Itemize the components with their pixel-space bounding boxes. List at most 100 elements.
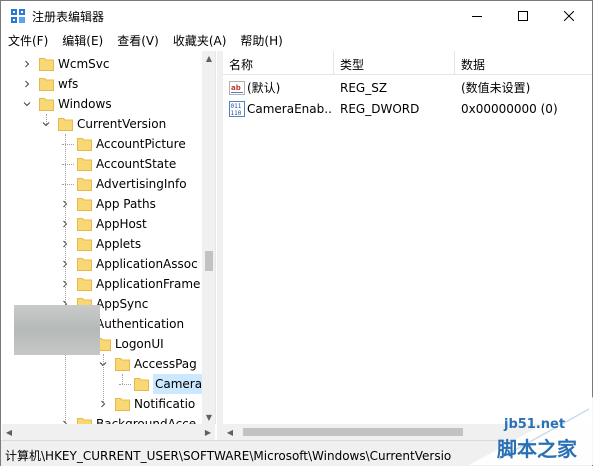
folder-icon (77, 418, 92, 424)
collapse-chevron-icon[interactable] (22, 94, 32, 114)
menu-view[interactable]: 查看(V) (110, 31, 166, 51)
tree-node-label: AccountState (96, 157, 177, 171)
tree-node[interactable]: AccountPicture (2, 134, 202, 154)
tree-node[interactable]: AccessPag (2, 354, 202, 374)
value-type: REG_SZ (340, 81, 388, 95)
tree-node[interactable]: Windows (2, 94, 202, 114)
svg-text:110: 110 (231, 110, 242, 117)
tree-node-label: AdvertisingInfo (96, 177, 187, 191)
tree-horizontal-scrollbar[interactable]: ◀ ▶ (2, 424, 215, 440)
registry-values-list[interactable]: 名称 类型 数据 ab (默认) REG_SZ (数值未设置) 011 110 … (223, 51, 592, 424)
folder-icon (77, 238, 92, 251)
expand-chevron-icon[interactable] (22, 74, 32, 94)
tree-node-label: AppHost (96, 217, 147, 231)
value-name: (默认) (247, 81, 281, 95)
column-divider[interactable] (333, 51, 334, 75)
expand-chevron-icon[interactable] (22, 54, 32, 74)
tree-node[interactable]: wfs (2, 74, 202, 94)
svg-text:011: 011 (231, 103, 242, 110)
value-name: CameraEnab... (247, 102, 331, 116)
folder-icon (77, 218, 92, 231)
registry-editor-window: 注册表编辑器 文件(F) 编辑(E) 查看(V) 收藏夹(A) 帮助(H) Wc… (0, 0, 593, 466)
title-bar[interactable]: 注册表编辑器 (1, 1, 592, 31)
scroll-down-arrow-icon[interactable]: ▼ (202, 410, 215, 424)
tree-guide-line (62, 164, 74, 165)
regedit-app-icon (11, 9, 25, 23)
tree-guide-line (122, 374, 123, 384)
tree-scroll-thumb[interactable] (205, 251, 213, 271)
current-key-path: 计算机\HKEY_CURRENT_USER\SOFTWARE\Microsoft… (5, 449, 452, 463)
column-header-data[interactable]: 数据 (461, 56, 485, 73)
tree-node[interactable]: CurrentVersion (2, 114, 202, 134)
maximize-button[interactable] (500, 1, 546, 31)
list-item[interactable]: ab (默认) REG_SZ (数值未设置) (223, 78, 592, 98)
binary-value-icon: 011 110 (229, 101, 245, 117)
tree-guide-line (119, 384, 131, 385)
column-header-type[interactable]: 类型 (340, 56, 364, 73)
value-type: REG_DWORD (340, 102, 420, 116)
folder-icon (77, 278, 92, 291)
scroll-left-arrow-icon[interactable]: ◀ (2, 425, 16, 439)
tree-node-label: ApplicationFrame (96, 277, 201, 291)
menu-favorites[interactable]: 收藏夹(A) (166, 31, 234, 51)
tree-node-label: LogonUI (115, 337, 164, 351)
menu-edit[interactable]: 编辑(E) (55, 31, 110, 51)
tree-node[interactable]: AdvertisingInfo (2, 174, 202, 194)
tree-node[interactable]: WcmSvc (2, 54, 202, 74)
svg-text:ab: ab (231, 84, 241, 92)
tree-node[interactable]: AppHost (2, 214, 202, 234)
list-header: 名称 类型 数据 (223, 51, 592, 75)
folder-icon (77, 158, 92, 171)
column-header-name[interactable]: 名称 (229, 56, 253, 73)
folder-icon (39, 98, 54, 111)
folder-icon (115, 398, 130, 411)
blurred-image-overlay (14, 305, 100, 355)
value-data: 0x00000000 (0) (461, 102, 558, 116)
tree-node-label: AppSync (96, 297, 149, 311)
tree-node-label: wfs (58, 77, 79, 91)
tree-vertical-scrollbar[interactable]: ▲ ▼ (202, 51, 215, 424)
folder-icon (39, 78, 54, 91)
list-item[interactable]: 011 110 CameraEnab... REG_DWORD 0x000000… (223, 99, 592, 119)
tree-node-label: Camera (153, 374, 205, 394)
tree-node[interactable]: AccountState (2, 154, 202, 174)
tree-guide-line (62, 144, 74, 145)
tree-node[interactable]: Camera (2, 374, 205, 394)
tree-node[interactable]: App Paths (2, 194, 202, 214)
list-scroll-thumb[interactable] (243, 428, 463, 436)
tree-guide-line (62, 184, 74, 185)
folder-icon (77, 198, 92, 211)
menu-help[interactable]: 帮助(H) (233, 31, 289, 51)
close-button[interactable] (546, 1, 592, 31)
scroll-left-arrow-icon[interactable]: ◀ (223, 425, 237, 439)
tree-node-label: AccessPag (134, 357, 197, 371)
folder-icon (77, 258, 92, 271)
tree-node[interactable]: Applets (2, 234, 202, 254)
registry-key-tree[interactable]: WcmSvc wfs Windows CurrentVersion AccountPic… (2, 51, 216, 424)
string-value-icon: ab (229, 81, 245, 95)
folder-icon (39, 58, 54, 71)
minimize-button[interactable] (454, 1, 500, 31)
scroll-up-arrow-icon[interactable]: ▲ (202, 51, 215, 65)
folder-icon (58, 118, 73, 131)
tree-node[interactable]: ApplicationFrame (2, 274, 202, 294)
tree-node-label: App Paths (96, 197, 156, 211)
site-watermark: jb51.net 脚本之家 (469, 397, 593, 465)
column-divider[interactable] (454, 51, 455, 75)
menu-bar: 文件(F) 编辑(E) 查看(V) 收藏夹(A) 帮助(H) (1, 31, 592, 51)
tree-node-label: BackgroundAcce (96, 417, 197, 424)
scroll-right-arrow-icon[interactable]: ▶ (201, 425, 215, 439)
folder-icon (77, 178, 92, 191)
watermark-site-name: 脚本之家 (497, 437, 577, 461)
folder-icon (77, 138, 92, 151)
tree-node-label: Windows (58, 97, 112, 111)
tree-node-label: CurrentVersion (77, 117, 167, 131)
tree-node[interactable]: BackgroundAcce (2, 414, 202, 424)
menu-file[interactable]: 文件(F) (1, 31, 55, 51)
window-title: 注册表编辑器 (32, 10, 105, 24)
tree-node-label: Applets (96, 237, 142, 251)
tree-node-label: AccountPicture (96, 137, 186, 151)
tree-node[interactable]: Notificatio (2, 394, 202, 414)
tree-node[interactable]: ApplicationAssoc (2, 254, 202, 274)
close-icon (564, 11, 574, 21)
